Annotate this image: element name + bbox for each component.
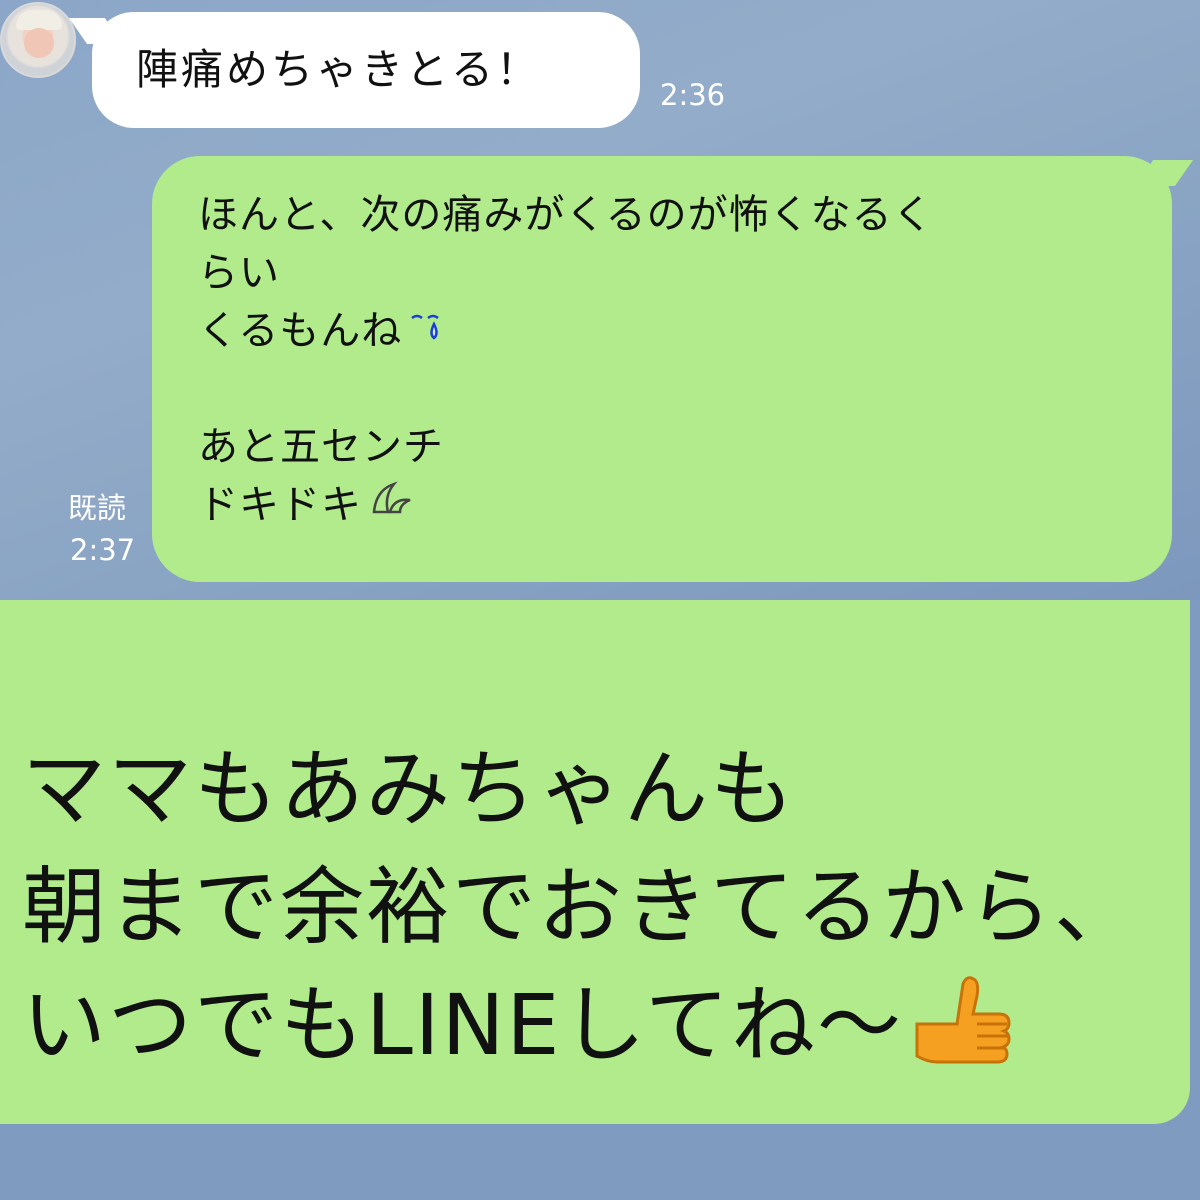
caption-line: ママもあみちゃんも <box>22 740 797 838</box>
incoming-message-bubble[interactable]: 陣痛めちゃきとる！ <box>92 12 640 128</box>
teardrop-icon <box>408 304 448 362</box>
outgoing-message-time: 2:37 <box>70 533 136 567</box>
outgoing-message-bubble[interactable]: ほんと、次の痛みがくるのが怖くなるく らい くるもんね あと五センチ ドキドキ <box>152 156 1172 582</box>
message-line-text: くるもんね <box>198 308 403 354</box>
avatar-cap <box>16 10 62 30</box>
read-receipt: 既読 <box>68 491 127 525</box>
caption-line: いつでもLINEしてね〜 <box>22 966 1140 1084</box>
avatar-face <box>24 28 54 58</box>
sweat-drop-icon <box>368 478 416 536</box>
contact-avatar[interactable] <box>0 2 76 78</box>
message-line: らい <box>198 250 280 296</box>
message-line: ほんと、次の痛みがくるのが怖くなるく <box>198 192 934 238</box>
message-line-text: ドキドキ <box>198 482 362 528</box>
caption-line-text: いつでもLINEしてね〜 <box>22 976 903 1074</box>
incoming-message-time: 2:36 <box>660 78 726 112</box>
thumbs-up-icon <box>909 966 1019 1096</box>
message-line: あと五センチ <box>198 424 444 470</box>
message-line: ドキドキ <box>198 476 1172 534</box>
incoming-message-text: 陣痛めちゃきとる！ <box>136 45 542 94</box>
message-line: くるもんね <box>198 302 1172 360</box>
caption-line: 朝まで余裕でおきてるから、 <box>22 858 1141 956</box>
caption-text: ママもあみちゃんも 朝まで余裕でおきてるから、 いつでもLINEしてね〜 <box>22 730 1140 1084</box>
